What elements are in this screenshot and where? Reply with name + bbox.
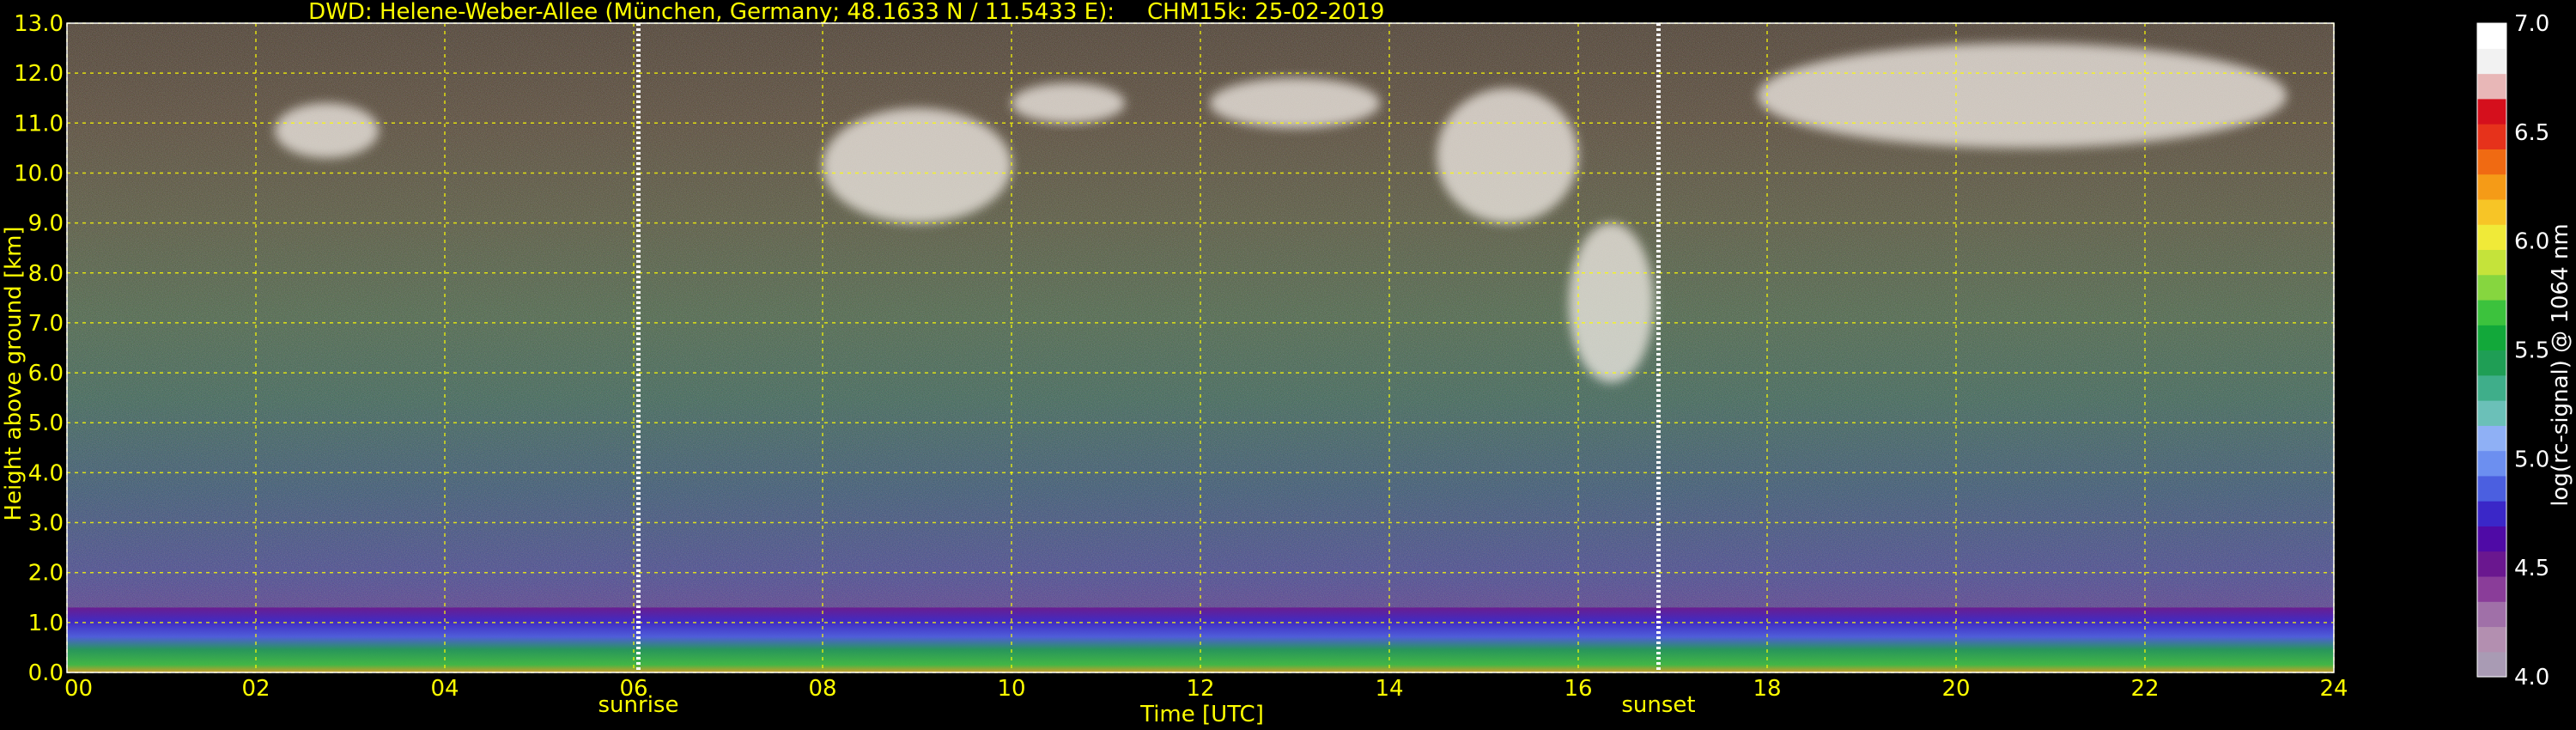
x-tick-label: 24: [2319, 676, 2348, 702]
colorbar-segment: [2477, 149, 2506, 175]
fall_streak-6: [1569, 222, 1654, 383]
cirrus-7: [1758, 43, 2287, 149]
y-tick-label: 8.0: [28, 261, 64, 287]
y-tick-label: 11.0: [14, 111, 64, 137]
x-tick-label: 00: [64, 676, 93, 702]
colorbar-segment: [2477, 198, 2506, 225]
colorbar-segment: [2477, 575, 2506, 602]
y-tick-label: 5.0: [28, 411, 64, 436]
colorbar-segment: [2477, 299, 2506, 325]
cirrus-5: [1437, 88, 1578, 223]
colorbar-segment: [2477, 173, 2506, 200]
colorbar-segment: [2477, 98, 2506, 125]
chart-title: DWD: Helene-Weber-Allee (München, German…: [308, 0, 1115, 25]
y-tick-label: 10.0: [14, 161, 64, 186]
y-tick-label: 13.0: [14, 11, 64, 37]
colorbar-label: log(rc-signal) @ 1064 nm: [2548, 223, 2573, 506]
x-tick-label: 04: [430, 676, 459, 702]
x-tick-label: 10: [997, 676, 1025, 702]
colorbar: [2476, 22, 2507, 678]
y-tick-label: 4.0: [28, 460, 64, 486]
colorbar-tick-label: 5.0: [2514, 447, 2549, 472]
x-tick-label: 12: [1186, 676, 1214, 702]
lidar-backscatter-chart: DWD: Helene-Weber-Allee (München, German…: [1, 0, 2573, 727]
colorbar-segment: [2477, 475, 2506, 502]
sunset-label: sunset: [1621, 692, 1695, 718]
colorbar-segment: [2477, 626, 2506, 653]
cirrus-4: [1210, 77, 1380, 129]
colorbar-segment: [2477, 551, 2506, 577]
colorbar-segment: [2477, 23, 2506, 49]
colorbar-segment: [2477, 325, 2506, 351]
x-tick-label: 14: [1375, 676, 1403, 702]
x-tick-labels: 00 02 04 06 08 10 12 14 16 18 20 22 24: [64, 676, 2348, 702]
x-tick-label: 08: [808, 676, 836, 702]
cirrus-2: [823, 107, 1012, 223]
y-tick-label: 6.0: [28, 361, 64, 386]
colorbar-segment: [2477, 526, 2506, 552]
x-tick-label: 16: [1564, 676, 1592, 702]
colorbar-tick-label: 6.5: [2514, 120, 2549, 146]
colorbar-segment: [2477, 224, 2506, 251]
cirrus-3: [1012, 82, 1125, 124]
boundary-layer: [67, 607, 2334, 672]
colorbar-segment: [2477, 48, 2506, 75]
y-tick-label: 9.0: [28, 211, 64, 237]
colorbar-tick-labels: 4.0 4.5 5.0 5.5 6.0 6.5 7.0: [2514, 11, 2549, 690]
y-tick-label: 0.0: [28, 660, 64, 686]
colorbar-segment: [2477, 601, 2506, 628]
colorbar-segment: [2477, 501, 2506, 526]
colorbar-segment: [2477, 450, 2506, 477]
x-tick-label: 18: [1753, 676, 1781, 702]
colorbar-segment: [2477, 249, 2506, 276]
cirrus-1: [275, 103, 379, 159]
y-tick-label: 2.0: [28, 561, 64, 587]
colorbar-tick-label: 4.0: [2514, 665, 2549, 690]
x-axis-label: Time [UTC]: [1139, 702, 1264, 727]
chart-subtitle: CHM15k: 25-02-2019: [1147, 0, 1384, 25]
y-tick-label: 1.0: [28, 611, 64, 636]
colorbar-tick-label: 4.5: [2514, 556, 2549, 581]
x-tick-label: 22: [2130, 676, 2159, 702]
y-tick-label: 3.0: [28, 511, 64, 537]
colorbar-segment: [2477, 73, 2506, 100]
colorbar-segment: [2477, 350, 2506, 376]
colorbar-segment: [2477, 374, 2506, 401]
colorbar-tick-label: 6.0: [2514, 229, 2549, 255]
y-tick-label: 12.0: [14, 61, 64, 87]
x-tick-label: 02: [241, 676, 270, 702]
x-tick-label: 20: [1941, 676, 1970, 702]
y-axis-label: Height above ground [km]: [1, 226, 27, 520]
colorbar-segment: [2477, 425, 2506, 452]
colorbar-segment: [2477, 400, 2506, 426]
colorbar-tick-label: 5.5: [2514, 338, 2549, 364]
y-tick-label: 7.0: [28, 311, 64, 337]
x-tick-label: 06: [619, 676, 647, 702]
colorbar-segment: [2477, 274, 2506, 301]
colorbar-segment: [2477, 651, 2506, 678]
colorbar-segment: [2477, 124, 2506, 149]
colorbar-tick-label: 7.0: [2514, 11, 2549, 37]
